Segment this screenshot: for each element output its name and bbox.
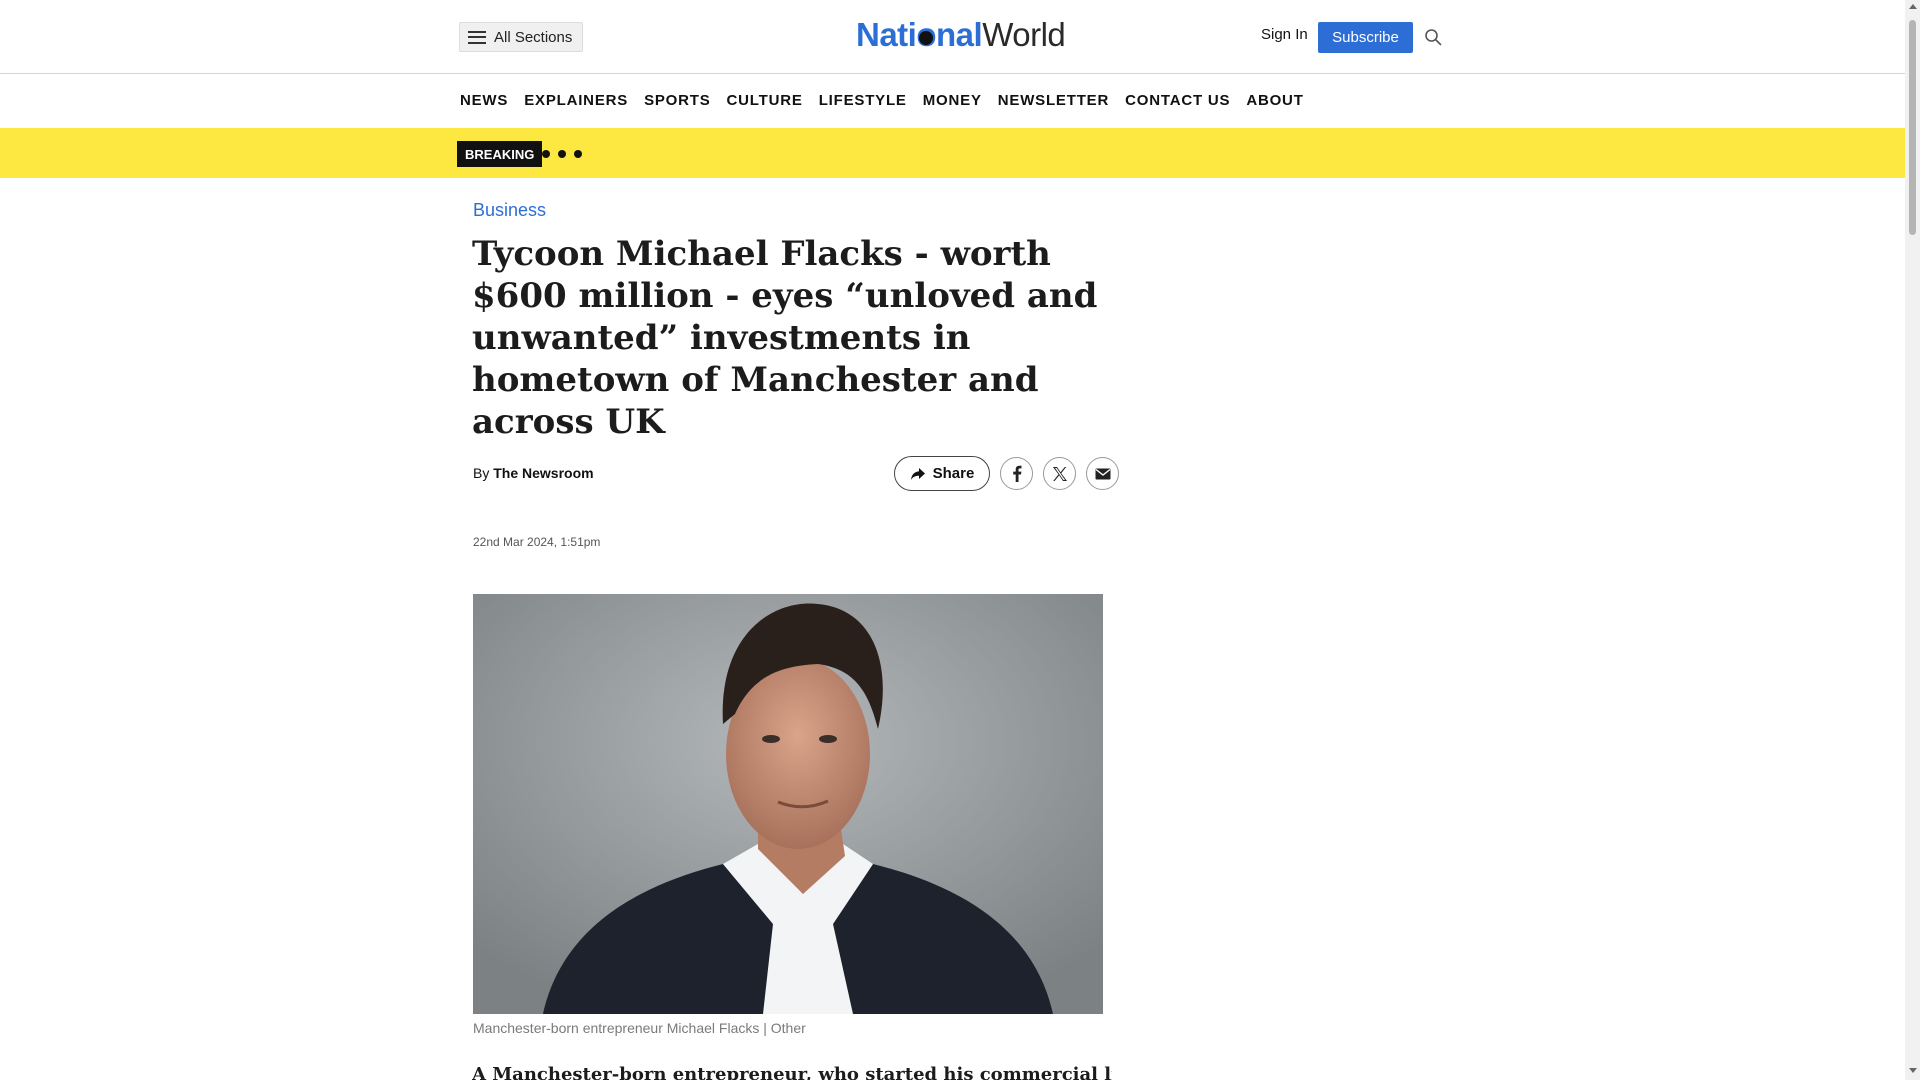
search-icon[interactable]	[1424, 28, 1442, 46]
all-sections-button[interactable]: All Sections	[459, 22, 584, 52]
page-scrollbar[interactable]	[1905, 0, 1920, 1080]
nav-item-money[interactable]: MONEY	[923, 92, 982, 109]
logo-national-part-2: nal	[936, 16, 983, 53]
nav-item-about[interactable]: ABOUT	[1246, 92, 1303, 109]
main-nav: NEWS EXPLAINERS SPORTS CULTURE LIFESTYLE…	[0, 75, 1905, 128]
article-byline: By The Newsroom	[473, 465, 594, 481]
hamburger-icon	[468, 30, 486, 44]
nav-item-explainers[interactable]: EXPLAINERS	[524, 92, 628, 109]
facebook-share-button[interactable]	[1000, 457, 1033, 490]
logo-national-part-1: Nati	[856, 16, 917, 53]
nav-item-contact-us[interactable]: CONTACT US	[1125, 92, 1230, 109]
share-arrow-icon	[910, 467, 925, 480]
x-icon	[1052, 466, 1067, 481]
facebook-icon	[1012, 465, 1021, 482]
nav-item-lifestyle[interactable]: LIFESTYLE	[819, 92, 907, 109]
loading-dots-icon	[542, 150, 582, 158]
nav-item-culture[interactable]: CULTURE	[727, 92, 803, 109]
sign-in-link[interactable]: Sign In	[1261, 26, 1308, 43]
nav-item-sports[interactable]: SPORTS	[644, 92, 710, 109]
scrollbar-thumb[interactable]	[1909, 20, 1916, 235]
article-lead-paragraph: A Manchester-born entrepreneur, who star…	[472, 1064, 1112, 1080]
share-button[interactable]: Share	[894, 456, 990, 491]
all-sections-label: All Sections	[494, 28, 573, 46]
breaking-label: BREAKING	[457, 141, 543, 167]
x-share-button[interactable]	[1043, 457, 1076, 490]
share-toolbar: Share	[894, 456, 1119, 491]
nav-item-news[interactable]: NEWS	[460, 92, 508, 109]
page: All Sections NationalWorld Sign In Subsc…	[0, 0, 1920, 1080]
byline-author[interactable]: The Newsroom	[493, 465, 593, 481]
article-category-link[interactable]: Business	[473, 200, 546, 221]
scroll-up-arrow-icon[interactable]	[1909, 4, 1917, 9]
email-share-button[interactable]	[1086, 457, 1119, 490]
nav-item-newsletter[interactable]: NEWSLETTER	[998, 92, 1109, 109]
article-headline: Tycoon Michael Flacks - worth $600 milli…	[472, 234, 1098, 442]
top-header: All Sections NationalWorld Sign In Subsc…	[0, 0, 1905, 74]
share-label: Share	[932, 465, 975, 482]
logo-o: o	[916, 16, 936, 54]
image-caption: Manchester-born entrepreneur Michael Fla…	[473, 1020, 806, 1036]
site-logo[interactable]: NationalWorld	[856, 16, 1066, 56]
logo-world: World	[982, 16, 1066, 53]
byline-prefix: By	[473, 465, 494, 481]
portrait-photo	[473, 594, 1103, 1014]
email-icon	[1095, 468, 1110, 479]
publish-timestamp: 22nd Mar 2024, 1:51pm	[473, 535, 601, 549]
breaking-news-bar: BREAKING	[0, 128, 1905, 178]
subscribe-button[interactable]: Subscribe	[1318, 22, 1413, 53]
scroll-down-arrow-icon[interactable]	[1909, 1068, 1917, 1073]
hero-image[interactable]	[473, 594, 1103, 1014]
